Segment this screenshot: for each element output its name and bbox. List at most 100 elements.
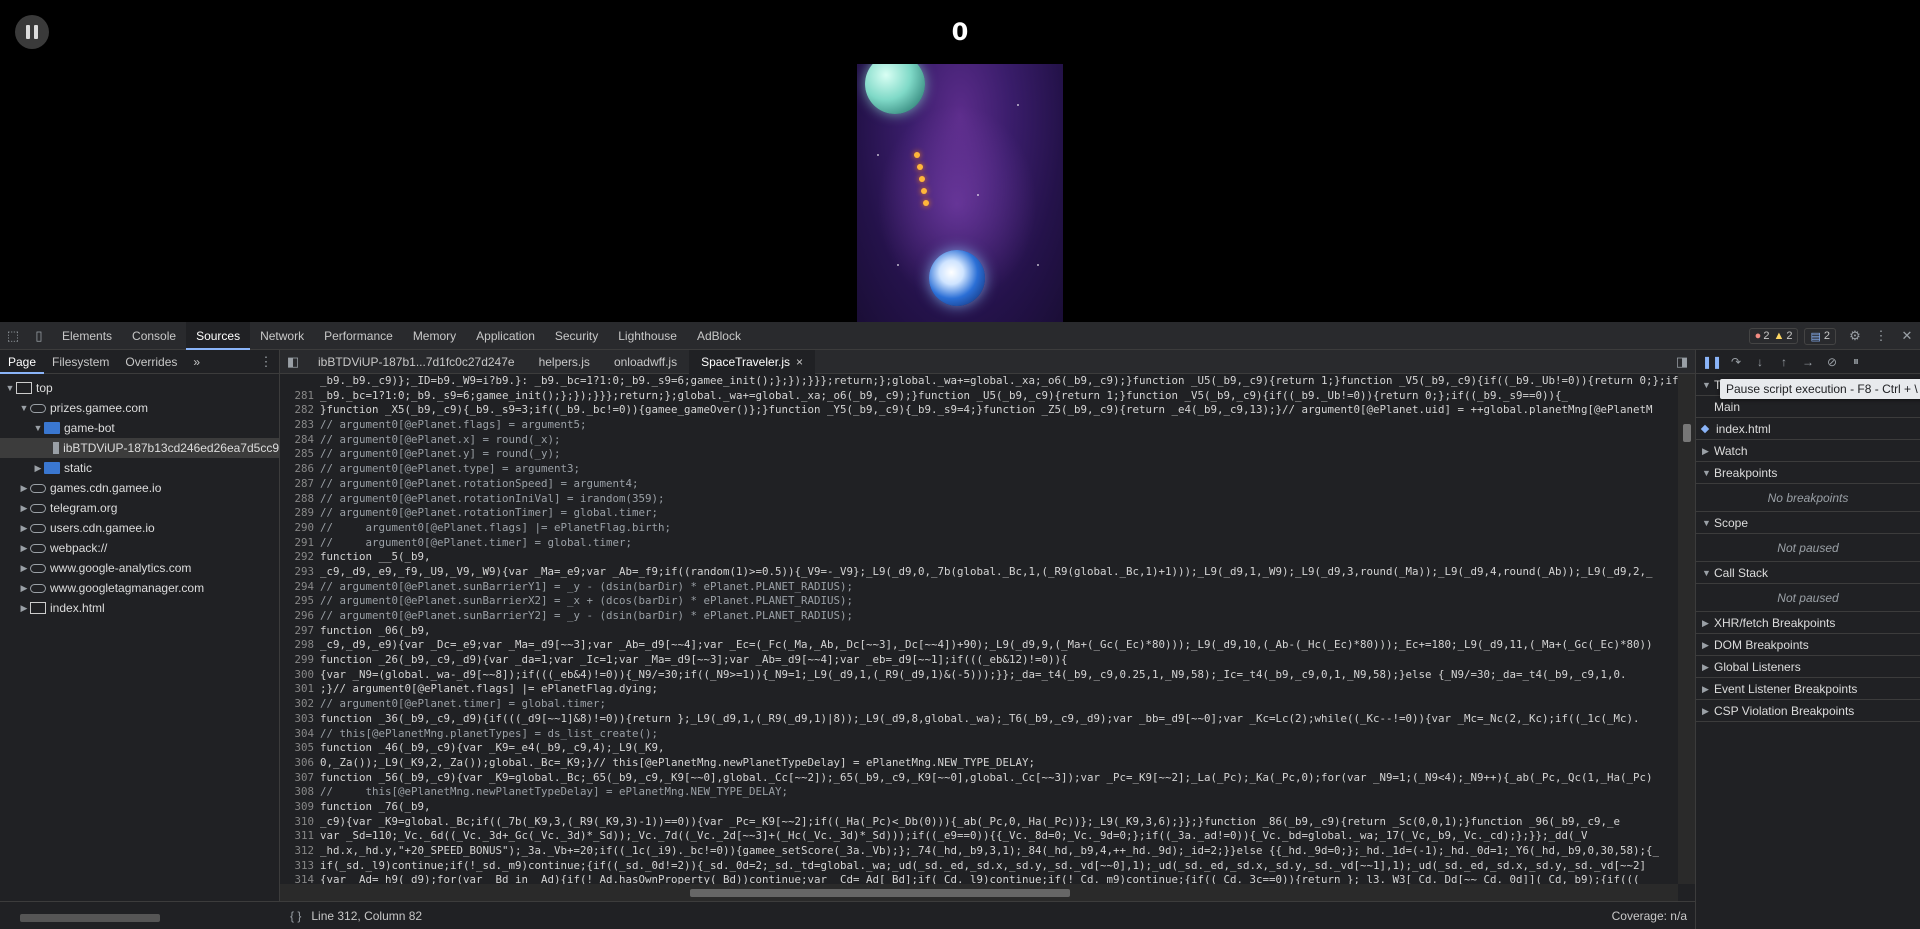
tree-item[interactable]: ▼ game-bot bbox=[0, 418, 279, 438]
tab-adblock[interactable]: AdBlock bbox=[687, 322, 751, 350]
more-tabs-button[interactable]: » bbox=[185, 350, 208, 374]
tree-item[interactable]: ▼ prizes.gamee.com bbox=[0, 398, 279, 418]
editor-tab[interactable]: helpers.js bbox=[527, 350, 602, 374]
tab-memory[interactable]: Memory bbox=[403, 322, 466, 350]
callstack-section[interactable]: ▼ Call Stack bbox=[1696, 562, 1920, 584]
line-number[interactable] bbox=[280, 374, 320, 389]
code-line[interactable]: 288// argument0[@ePlanet.rotationIniVal]… bbox=[280, 492, 1678, 507]
tree-item[interactable]: ▶ www.google-analytics.com bbox=[0, 558, 279, 578]
expand-arrow-icon[interactable]: ▼ bbox=[18, 398, 30, 418]
line-number[interactable]: 304 bbox=[280, 727, 320, 742]
pause-script-button[interactable]: ❚❚ bbox=[1700, 350, 1724, 374]
line-number[interactable]: 281 bbox=[280, 389, 320, 404]
tab-console[interactable]: Console bbox=[122, 322, 186, 350]
code-line[interactable]: 290// argument0[@ePlanet.flags] |= ePlan… bbox=[280, 521, 1678, 536]
tree-item[interactable]: ▶ index.html bbox=[0, 598, 279, 618]
expand-arrow-icon[interactable]: ▶ bbox=[18, 498, 30, 518]
line-number[interactable]: 295 bbox=[280, 594, 320, 609]
event-listener-breakpoints-section[interactable]: ▶ Event Listener Breakpoints bbox=[1696, 678, 1920, 700]
code-line[interactable]: 301 ;}// argument0[@ePlanet.flags] |= ePl… bbox=[280, 682, 1678, 697]
code-view[interactable]: _b9._b9._c9)};_ID=b9._W9=i?b9.}: _b9._bc… bbox=[280, 374, 1678, 884]
code-line[interactable]: 297 function _06(_b9, bbox=[280, 624, 1678, 639]
line-number[interactable]: 311 bbox=[280, 829, 320, 844]
line-number[interactable]: 307 bbox=[280, 771, 320, 786]
tab-security[interactable]: Security bbox=[545, 322, 608, 350]
code-line[interactable]: 304// this[@ePlanetMng.planetTypes] = ds… bbox=[280, 727, 1678, 742]
code-line[interactable]: 303 function _36(_b9,_c9,_d9){if(((_d9[~~… bbox=[280, 712, 1678, 727]
code-line[interactable]: 311 var _Sd=110;_Vc._6d((_Vc._3d+_Gc(_Vc.… bbox=[280, 829, 1678, 844]
line-number[interactable]: 288 bbox=[280, 492, 320, 507]
code-line[interactable]: 284// argument0[@ePlanet.x] = round(_x); bbox=[280, 433, 1678, 448]
code-line[interactable]: 292 function __5(_b9, bbox=[280, 550, 1678, 565]
line-number[interactable]: 282 bbox=[280, 403, 320, 418]
code-line[interactable]: 287// argument0[@ePlanet.rotationSpeed] … bbox=[280, 477, 1678, 492]
code-line[interactable]: 298 _c9,_d9,_e9){var _Dc=_e9;var _Ma=_d9[… bbox=[280, 638, 1678, 653]
line-number[interactable]: 300 bbox=[280, 668, 320, 683]
tab-lighthouse[interactable]: Lighthouse bbox=[608, 322, 687, 350]
tab-overrides[interactable]: Overrides bbox=[117, 350, 185, 374]
device-toolbar-icon[interactable]: ▯ bbox=[26, 322, 52, 350]
game-pause-button[interactable] bbox=[15, 15, 49, 49]
expand-arrow-icon[interactable]: ▶ bbox=[18, 478, 30, 498]
expand-arrow-icon[interactable]: ▶ bbox=[18, 578, 30, 598]
code-line[interactable]: 286// argument0[@ePlanet.type] = argumen… bbox=[280, 462, 1678, 477]
line-number[interactable]: 313 bbox=[280, 859, 320, 874]
tree-item[interactable]: ▶ www.googletagmanager.com bbox=[0, 578, 279, 598]
watch-section[interactable]: ▶ Watch bbox=[1696, 440, 1920, 462]
expand-arrow-icon[interactable]: ▼ bbox=[32, 418, 44, 438]
thread-index[interactable]: index.html bbox=[1696, 418, 1920, 440]
code-line[interactable]: 293 _c9,_d9,_e9,_f9,_U9,_V9,_W9){var _Ma=… bbox=[280, 565, 1678, 580]
tab-elements[interactable]: Elements bbox=[52, 322, 122, 350]
csp-violation-breakpoints-section[interactable]: ▶ CSP Violation Breakpoints bbox=[1696, 700, 1920, 722]
horizontal-scrollbar[interactable] bbox=[280, 884, 1678, 901]
close-tab-icon[interactable]: × bbox=[796, 355, 803, 369]
code-line[interactable]: 283// argument0[@ePlanet.flags] = argume… bbox=[280, 418, 1678, 433]
tree-item[interactable]: ▶ games.cdn.gamee.io bbox=[0, 478, 279, 498]
code-line[interactable]: 312 _hd.x,_hd.y,"+20_SPEED_BONUS");_3a._V… bbox=[280, 844, 1678, 859]
line-number[interactable]: 306 bbox=[280, 756, 320, 771]
code-line[interactable]: 307 function _56(_b9,_c9){var _K9=global.… bbox=[280, 771, 1678, 786]
code-line[interactable]: 308// this[@ePlanetMng.newPlanetTypeDela… bbox=[280, 785, 1678, 800]
expand-arrow-icon[interactable]: ▶ bbox=[18, 558, 30, 578]
editor-tab[interactable]: SpaceTraveler.js × bbox=[689, 349, 816, 374]
expand-arrow-icon[interactable]: ▶ bbox=[32, 458, 44, 478]
tab-performance[interactable]: Performance bbox=[314, 322, 403, 350]
step-into-icon[interactable]: ↓ bbox=[1748, 350, 1772, 374]
line-number[interactable]: 296 bbox=[280, 609, 320, 624]
tree-item[interactable]: ▼ top bbox=[0, 378, 279, 398]
issues-badge[interactable]: ● 2 ▲ 2 bbox=[1748, 328, 1799, 344]
more-options-icon[interactable]: ⋮ bbox=[1868, 322, 1894, 350]
line-number[interactable]: 285 bbox=[280, 447, 320, 462]
code-line[interactable]: 299 function _26(_b9,_c9,_d9){var _da=1;v… bbox=[280, 653, 1678, 668]
code-line[interactable]: 289// argument0[@ePlanet.rotationTimer] … bbox=[280, 506, 1678, 521]
toggle-debugger-icon[interactable]: ◨ bbox=[1669, 348, 1695, 376]
code-line[interactable]: 309 function _76(_b9, bbox=[280, 800, 1678, 815]
line-number[interactable]: 298 bbox=[280, 638, 320, 653]
line-number[interactable]: 309 bbox=[280, 800, 320, 815]
pretty-print-button[interactable]: { } bbox=[280, 909, 311, 923]
line-number[interactable]: 292 bbox=[280, 550, 320, 565]
code-line[interactable]: 294// argument0[@ePlanet.sunBarrierY1] =… bbox=[280, 580, 1678, 595]
messages-badge[interactable]: ▤ 2 bbox=[1804, 327, 1836, 345]
expand-arrow-icon[interactable]: ▶ bbox=[18, 538, 30, 558]
global-listeners-section[interactable]: ▶ Global Listeners bbox=[1696, 656, 1920, 678]
expand-arrow-icon[interactable]: ▶ bbox=[18, 518, 30, 538]
line-number[interactable]: 297 bbox=[280, 624, 320, 639]
expand-arrow-icon[interactable]: ▼ bbox=[4, 378, 16, 398]
tree-item[interactable]: ibBTDViUP-187b13cd246ed26ea7d5cc9 bbox=[0, 438, 279, 458]
editor-tab[interactable]: onloadwff.js bbox=[602, 350, 689, 374]
line-number[interactable]: 286 bbox=[280, 462, 320, 477]
tab-filesystem[interactable]: Filesystem bbox=[44, 350, 117, 374]
code-line[interactable]: _b9._b9._c9)};_ID=b9._W9=i?b9.}: _b9._bc… bbox=[280, 374, 1678, 389]
code-line[interactable]: 305 function _46(_b9,_c9){var _K9=_e4(_b9… bbox=[280, 741, 1678, 756]
thread-main[interactable]: Main bbox=[1696, 396, 1920, 418]
vertical-scrollbar[interactable] bbox=[1678, 374, 1695, 884]
line-number[interactable]: 303 bbox=[280, 712, 320, 727]
code-line[interactable]: 306 0,_Za());_L9(_K9,2,_Za());global._Bc=… bbox=[280, 756, 1678, 771]
line-number[interactable]: 291 bbox=[280, 536, 320, 551]
step-icon[interactable]: → bbox=[1796, 350, 1820, 374]
expand-arrow-icon[interactable]: ▶ bbox=[18, 598, 30, 618]
close-icon[interactable]: ✕ bbox=[1894, 322, 1920, 350]
line-number[interactable]: 310 bbox=[280, 815, 320, 830]
toggle-navigator-icon[interactable]: ◧ bbox=[280, 348, 306, 376]
